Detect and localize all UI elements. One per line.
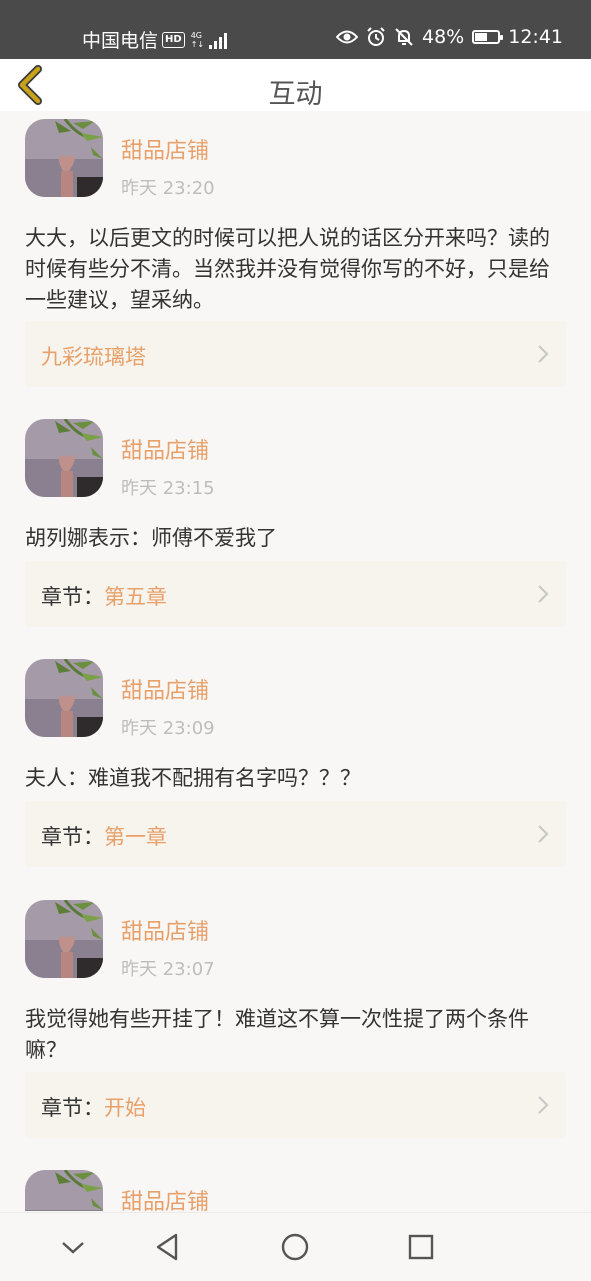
status-bar: 中国电信 HD 4G ↑↓ 48% 12:41 [0,0,591,59]
recents-square-icon [408,1234,434,1260]
comment-time: 昨天 23:07 [121,959,215,980]
chevron-right-icon [538,825,549,843]
chapter-prefix: 章节： [41,1096,104,1120]
status-right: 48% 12:41 [336,26,563,48]
avatar[interactable] [25,659,103,737]
battery-percent: 48% [422,26,465,48]
chapter-label: 九彩琉璃塔 [41,341,146,371]
system-nav-bar [0,1212,591,1281]
chevron-right-icon [538,1096,549,1114]
chapter-link[interactable]: 章节：第一章 [25,801,566,867]
battery-icon [472,30,504,44]
chapter-link[interactable]: 九彩琉璃塔 [25,321,566,387]
comment-text: 我觉得她有些开挂了！难道这不算一次性提了两个条件嘛？ [25,1007,529,1062]
user-name[interactable]: 甜品店铺 [121,1184,209,1211]
user-name[interactable]: 甜品店铺 [121,433,209,465]
chapter-link[interactable]: 章节：开始 [25,1072,566,1138]
page-title: 互动 [268,79,323,110]
chapter-name: 第一章 [104,825,167,849]
signal-icon [209,31,228,49]
battery-fill [475,33,487,41]
user-name[interactable]: 甜品店铺 [121,133,209,165]
alarm-icon [367,27,385,46]
chevron-right-icon [538,345,549,363]
avatar[interactable] [25,900,103,978]
chapter-label: 章节：开始 [41,1092,146,1122]
chapter-label: 章节：第一章 [41,821,167,851]
chapter-name: 第五章 [104,585,167,609]
chapter-prefix: 章节： [41,825,104,849]
chapter-prefix: 章节： [41,585,104,609]
network-sub-label: ↑↓ [190,39,205,49]
comment-time: 昨天 23:09 [121,718,215,739]
avatar[interactable] [25,419,103,497]
user-name[interactable]: 甜品店铺 [121,914,209,946]
avatar[interactable] [25,119,103,197]
carrier-label: 中国电信 [82,30,159,52]
chapter-name: 开始 [104,1096,146,1120]
chapter-name: 九彩琉璃塔 [41,345,146,369]
chapter-link[interactable]: 章节：第五章 [25,561,566,627]
chevron-right-icon [538,585,549,603]
nav-collapse-button[interactable] [57,1231,89,1263]
back-triangle-icon [156,1233,178,1261]
chevron-down-icon [62,1242,84,1254]
hd-badge: HD [162,31,185,48]
comment-text: 夫人：难道我不配拥有名字吗？？？ [25,766,361,790]
network-label: 4G [190,30,202,40]
nav-home-button[interactable] [279,1231,311,1263]
avatar[interactable] [25,1170,103,1211]
clock: 12:41 [508,26,563,48]
status-left: 中国电信 HD 4G ↑↓ [82,26,228,53]
nav-recents-button[interactable] [405,1231,437,1263]
comment-text: 大大，以后更文的时候可以把人说的话区分开来吗？读的时候有些分不清。当然我并没有觉… [25,226,550,312]
user-name[interactable]: 甜品店铺 [121,673,209,705]
header: 互动 [0,59,591,111]
mute-bell-icon [395,28,413,46]
eye-icon [336,30,358,44]
comment-list[interactable]: 甜品店铺 昨天 23:20 大大，以后更文的时候可以把人说的话区分开来吗？读的时… [0,111,591,1211]
comment-time: 昨天 23:20 [121,178,215,199]
network-indicator: 4G ↑↓ [191,31,204,49]
chapter-label: 章节：第五章 [41,581,167,611]
nav-back-button[interactable] [152,1231,184,1263]
comment-text: 胡列娜表示：师傅不爱我了 [25,526,277,550]
home-circle-icon [281,1233,309,1261]
comment-time: 昨天 23:15 [121,478,215,499]
